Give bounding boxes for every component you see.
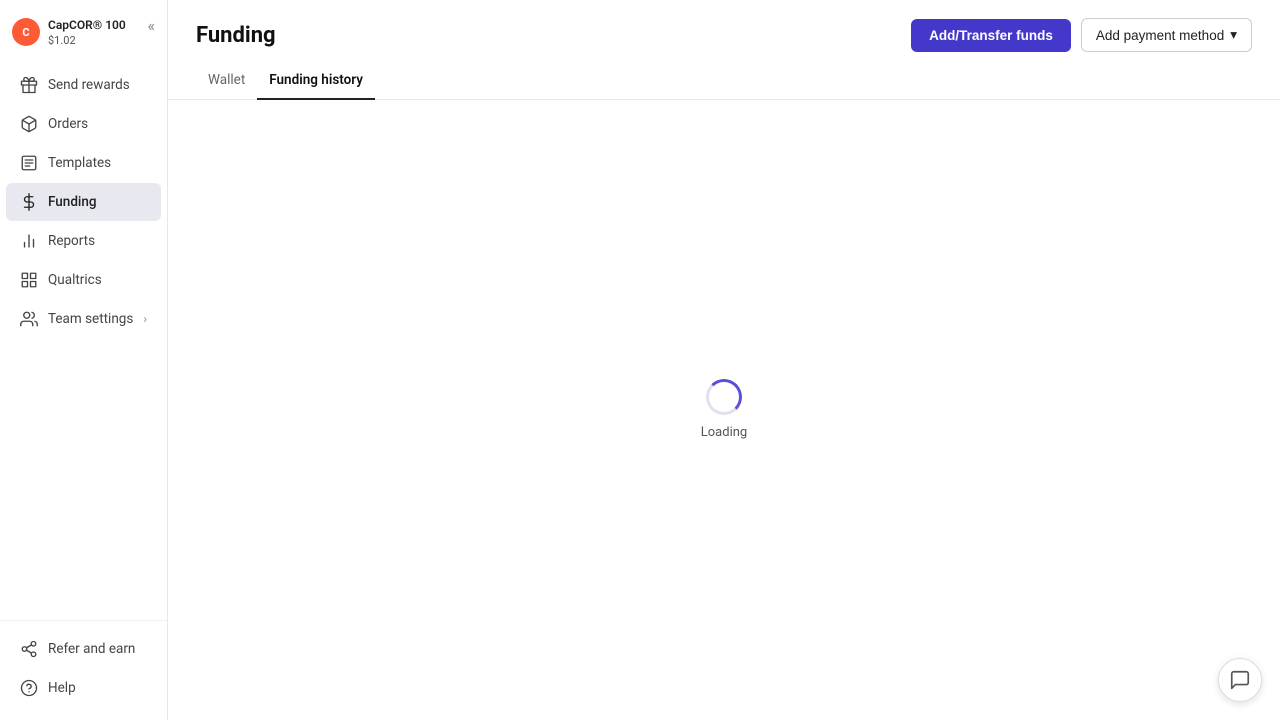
sidebar-item-refer-and-earn[interactable]: Refer and earn — [6, 630, 161, 668]
sidebar-bottom: Refer and earn Help — [0, 620, 167, 720]
user-name: CapCOR® 100 — [48, 18, 126, 34]
question-icon — [20, 679, 38, 697]
sidebar-item-label: Refer and earn — [48, 641, 135, 657]
sidebar: « C CapCOR® 100 $1.02 Send rewards — [0, 0, 168, 720]
sidebar-item-orders[interactable]: Orders — [6, 105, 161, 143]
dropdown-arrow-icon: ▾ — [1230, 27, 1237, 43]
tabs: Wallet Funding history — [168, 62, 1280, 100]
dollar-icon — [20, 193, 38, 211]
sidebar-item-qualtrics[interactable]: Qualtrics — [6, 261, 161, 299]
sidebar-item-send-rewards[interactable]: Send rewards — [6, 66, 161, 104]
loading-text: Loading — [701, 425, 747, 440]
bar-chart-icon — [20, 232, 38, 250]
add-payment-method-label: Add payment method — [1096, 28, 1224, 43]
sidebar-item-help[interactable]: Help — [6, 669, 161, 707]
tab-wallet[interactable]: Wallet — [196, 62, 257, 100]
gift-icon — [20, 76, 38, 94]
sidebar-nav: Send rewards Orders — [0, 61, 167, 620]
sidebar-item-label: Help — [48, 680, 76, 696]
box-icon — [20, 115, 38, 133]
sidebar-item-label: Templates — [48, 155, 111, 171]
tab-funding-history[interactable]: Funding history — [257, 62, 375, 100]
chat-button[interactable] — [1218, 658, 1262, 702]
users-icon — [20, 310, 38, 328]
user-profile[interactable]: C CapCOR® 100 $1.02 — [0, 4, 167, 61]
chat-icon — [1229, 669, 1251, 691]
user-info: CapCOR® 100 $1.02 — [48, 18, 126, 47]
collapse-button[interactable]: « — [147, 16, 155, 35]
sidebar-item-label: Funding — [48, 194, 97, 210]
chevron-right-icon: › — [143, 312, 147, 326]
sidebar-item-label: Send rewards — [48, 77, 130, 93]
sidebar-item-label: Orders — [48, 116, 88, 132]
add-transfer-funds-button[interactable]: Add/Transfer funds — [911, 19, 1071, 52]
top-actions: Add/Transfer funds Add payment method ▾ — [911, 18, 1252, 52]
loading-spinner: Loading — [701, 379, 747, 440]
grid-icon — [20, 271, 38, 289]
avatar: C — [12, 18, 40, 46]
content-area: Loading — [168, 100, 1280, 720]
sidebar-item-team-settings[interactable]: Team settings › — [6, 300, 161, 338]
top-bar: Funding Add/Transfer funds Add payment m… — [168, 0, 1280, 62]
page-title: Funding — [196, 23, 276, 48]
main-content: Funding Add/Transfer funds Add payment m… — [168, 0, 1280, 720]
spinner-animation — [706, 379, 742, 415]
sidebar-item-funding[interactable]: Funding — [6, 183, 161, 221]
sidebar-item-reports[interactable]: Reports — [6, 222, 161, 260]
sidebar-item-templates[interactable]: Templates — [6, 144, 161, 182]
sidebar-item-label: Qualtrics — [48, 272, 102, 288]
file-icon — [20, 154, 38, 172]
add-payment-method-button[interactable]: Add payment method ▾ — [1081, 18, 1252, 52]
sidebar-item-label: Reports — [48, 233, 95, 249]
sidebar-item-label: Team settings — [48, 311, 133, 327]
share-icon — [20, 640, 38, 658]
user-balance: $1.02 — [48, 34, 126, 47]
